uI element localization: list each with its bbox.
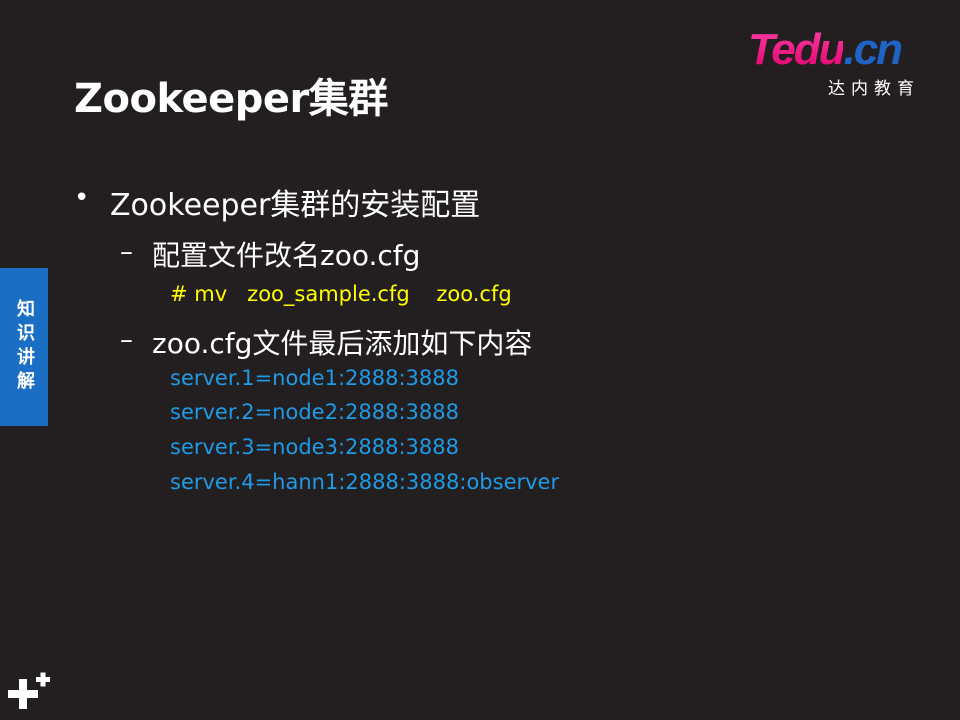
tedu-logo: Tedu.cn 达内教育 [748, 25, 938, 100]
logo-brand-pink: Tedu [748, 25, 845, 74]
config-line: server.3=node3:2888:3888 [170, 435, 459, 459]
plus-plus-icon [8, 672, 50, 709]
config-line: server.4=hann1:2888:3888:observer [170, 470, 560, 494]
config-line: server.2=node2:2888:3888 [170, 400, 459, 424]
sub-item-append: zoo.cfg文件最后添加如下内容 [152, 327, 533, 360]
logo-brand-blue: .cn [843, 25, 903, 74]
logo-wordmark: Tedu.cn [748, 25, 903, 74]
slide: Zookeeper集群 Tedu.cn 达内教育 知识讲解 • Zookeepe… [0, 0, 960, 720]
slide-title: Zookeeper集群 [74, 76, 388, 122]
bullet-text: Zookeeper集群的安装配置 [110, 188, 481, 223]
dash-1: – [120, 237, 133, 267]
sub-item-rename: 配置文件改名zoo.cfg [152, 239, 421, 272]
knowledge-tab-label: 知识讲解 [14, 299, 35, 395]
dash-2: – [120, 325, 133, 355]
logo-subtitle: 达内教育 [828, 79, 920, 99]
knowledge-tab: 知识讲解 [0, 268, 48, 426]
config-line: server.1=node1:2888:3888 [170, 366, 459, 390]
command-line: # mv zoo_sample.cfg zoo.cfg [170, 282, 512, 306]
bullet-dot: • [74, 183, 90, 213]
